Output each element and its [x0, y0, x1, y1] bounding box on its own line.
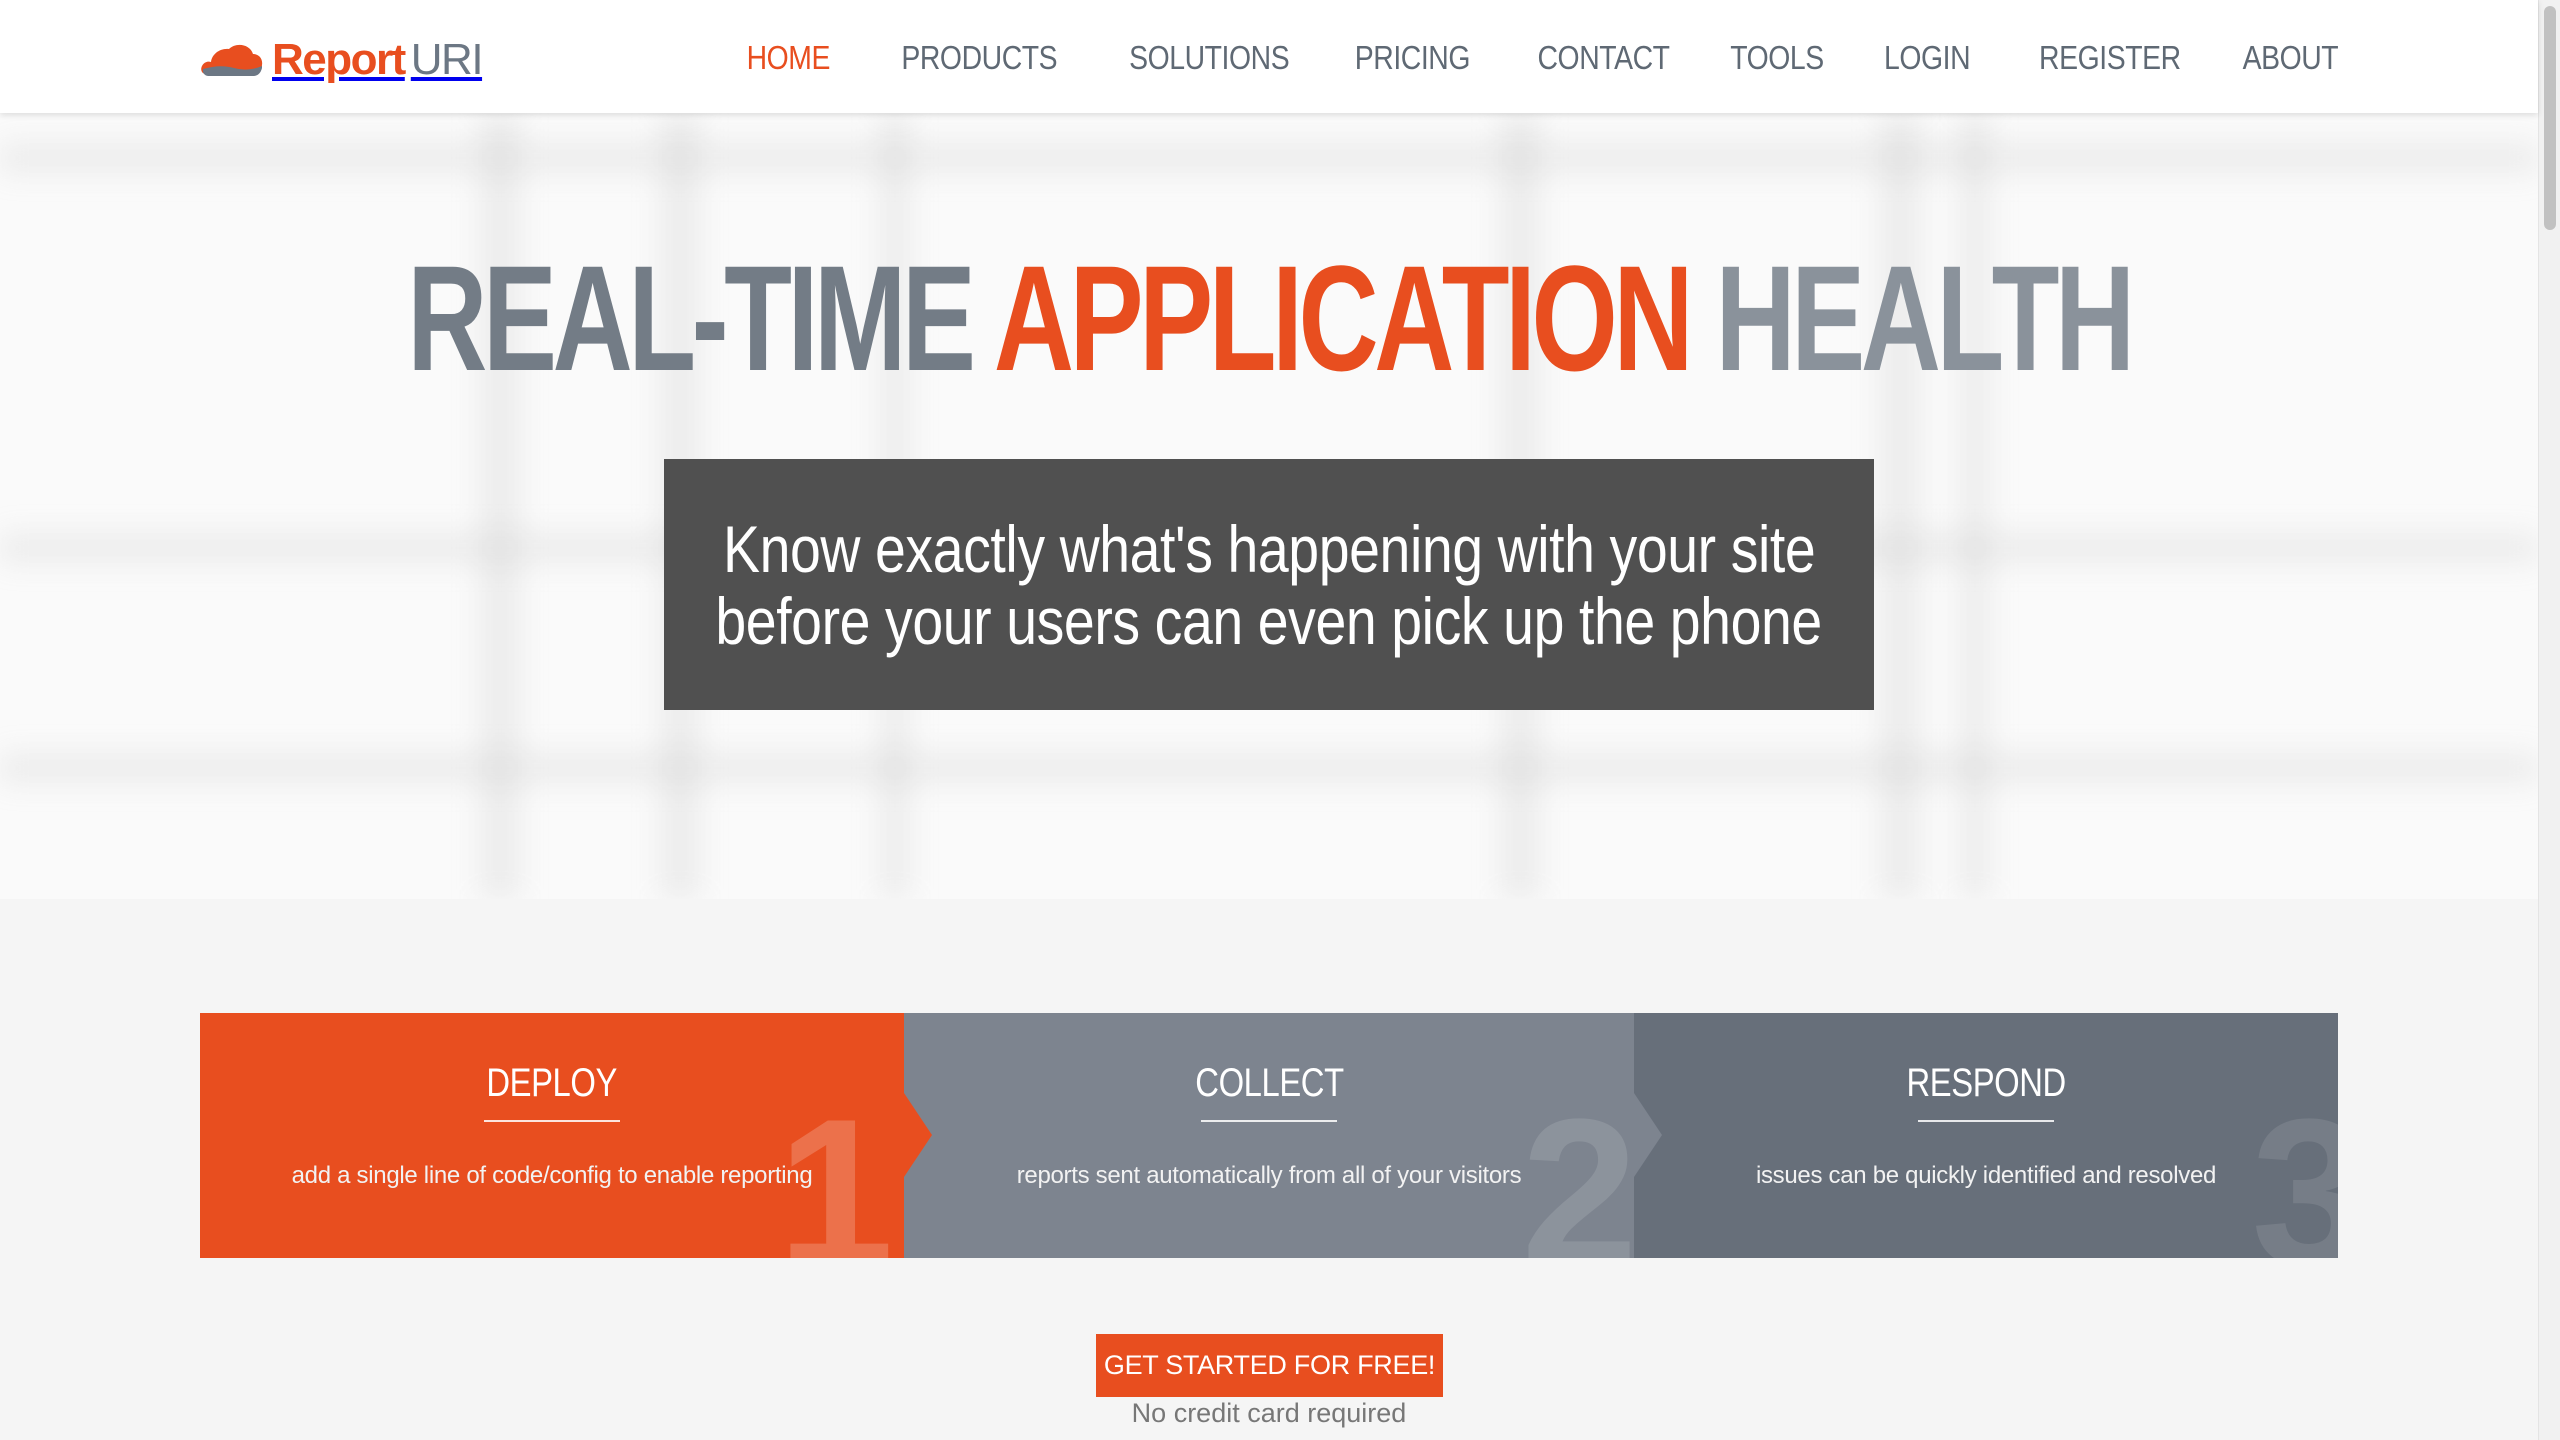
step-title: DEPLOY [486, 1061, 618, 1105]
step-collect: COLLECT reports sent automatically from … [904, 1013, 1634, 1258]
cta-note: No credit card required [1131, 1398, 1407, 1428]
hero-tagline-line2: before your users can even pick up the p… [715, 583, 1823, 658]
nav-tools[interactable]: TOOLS [1730, 39, 1824, 77]
nav-register[interactable]: REGISTER [2039, 39, 2181, 77]
step-arrow-2 [1634, 1093, 1662, 1177]
nav-login[interactable]: LOGIN [1884, 39, 1971, 77]
hero-tagline-line1: Know exactly what's happening with your … [722, 511, 1816, 586]
page-scrollbar[interactable] [2538, 0, 2560, 1440]
step-divider [484, 1120, 620, 1122]
logo[interactable]: Report URI [200, 34, 484, 86]
step-divider [1201, 1120, 1337, 1122]
logo-uri-text: URI [410, 35, 484, 84]
nav-about[interactable]: ABOUT [2242, 39, 2338, 77]
nav-contact[interactable]: CONTACT [1537, 39, 1669, 77]
hero-title-part3: HEALTH [1689, 234, 2135, 402]
steps-section: DEPLOY add a single line of code/config … [200, 1013, 2338, 1258]
step-title: COLLECT [1194, 1061, 1344, 1105]
step-number: 2 [1521, 1075, 1634, 1259]
hero-title-part2: APPLICATION [993, 234, 1694, 402]
step-number: 3 [2251, 1075, 2338, 1259]
nav-pricing[interactable]: PRICING [1354, 39, 1470, 77]
step-deploy: DEPLOY add a single line of code/config … [200, 1013, 904, 1258]
nav-home[interactable]: HOME [747, 39, 831, 77]
step-description: issues can be quickly identified and res… [1755, 1162, 2217, 1189]
hero-section: REAL-TIME APPLICATION HEALTH Know exactl… [0, 113, 2538, 899]
get-started-button[interactable]: GET STARTED FOR FREE! [1096, 1334, 1443, 1397]
step-arrow-1 [904, 1093, 932, 1177]
cloud-icon [201, 44, 263, 76]
step-description: reports sent automatically from all of y… [1016, 1162, 1522, 1189]
step-title: RESPOND [1906, 1061, 2066, 1105]
hero-tagline-box: Know exactly what's happening with your … [664, 459, 1874, 710]
nav-solutions[interactable]: SOLUTIONS [1129, 39, 1290, 77]
step-respond: RESPOND issues can be quickly identified… [1634, 1013, 2338, 1258]
scrollbar-thumb[interactable] [2544, 6, 2556, 230]
main-nav: HOME PRODUCTS SOLUTIONS PRICING CONTACT … [687, 30, 2339, 86]
nav-products[interactable]: PRODUCTS [902, 39, 1058, 77]
site-header: Report URI HOME PRODUCTS SOLUTIONS PRICIN… [0, 0, 2538, 113]
step-description: add a single line of code/config to enab… [291, 1162, 813, 1189]
logo-report-text: Report [272, 35, 406, 84]
hero-title-part1: REAL-TIME [407, 234, 994, 402]
step-divider [1918, 1120, 2054, 1122]
hero-title: REAL-TIME APPLICATION HEALTH [330, 243, 2208, 393]
